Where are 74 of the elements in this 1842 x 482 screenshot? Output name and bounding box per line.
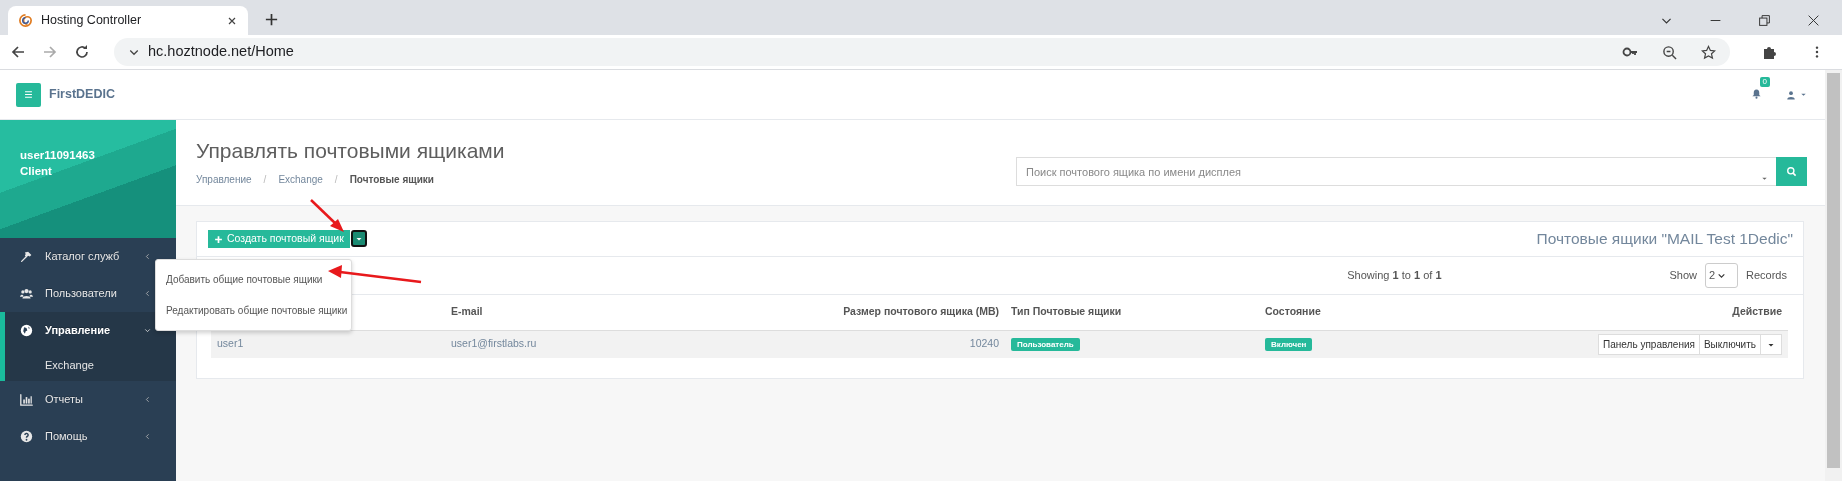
column-header: Тип Почтовые ящики — [1011, 305, 1122, 318]
help-icon — [20, 430, 33, 443]
sidebar-item[interactable]: Помощь — [20, 418, 152, 455]
breadcrumb-separator: / — [263, 173, 267, 188]
dropdown-toggle[interactable] — [350, 230, 367, 247]
page-title: Управлять почтовыми ящиками — [196, 138, 506, 164]
column-header: Размер почтового ящика (MB) — [843, 305, 999, 318]
globe-icon — [20, 324, 33, 337]
reload-button[interactable] — [74, 44, 90, 60]
showing-info: Showing 1 to 1 of 1 — [1347, 268, 1442, 284]
bell-icon — [1751, 87, 1762, 99]
table-cell: user1@firstlabs.ru — [451, 337, 537, 350]
sidebar-subitem[interactable]: Exchange — [45, 356, 94, 374]
sidebar-item[interactable]: Отчеты — [20, 381, 152, 418]
action-button[interactable]: Панель управления — [1598, 333, 1700, 355]
close-icon — [1807, 14, 1820, 27]
swirl-logo-icon — [18, 13, 33, 28]
close-window-button[interactable] — [1807, 14, 1820, 27]
show-label: Show — [1669, 268, 1698, 284]
restore-icon — [1758, 14, 1771, 27]
url-text: hc.hoztnode.net/Home — [148, 42, 295, 62]
table-cell: user1 — [217, 337, 244, 350]
panel-title: Почтовые ящики "MAIL Test 1Dedic" — [1536, 229, 1793, 250]
forward-arrow-icon — [42, 44, 58, 60]
zoom-icon — [1662, 44, 1677, 60]
back-button[interactable] — [10, 44, 26, 60]
table-cell: 10240 — [969, 337, 999, 350]
address-bar[interactable]: hc.hoztnode.net/Home — [114, 38, 1730, 66]
breadcrumb-link[interactable]: Управление — [196, 172, 252, 188]
bar-chart-icon — [20, 393, 33, 406]
plus-icon — [214, 234, 223, 244]
new-tab-button[interactable] — [264, 12, 279, 27]
column-header: Состояние — [1265, 305, 1321, 318]
page-size-select[interactable]: 2 — [1705, 263, 1739, 288]
user-menu-button[interactable] — [1786, 89, 1807, 100]
scrollbar[interactable] — [1825, 70, 1842, 481]
caret-icon — [1800, 91, 1807, 98]
type-badge: Пользователь — [1011, 338, 1080, 352]
column-header: E-mail — [451, 305, 483, 318]
brand-name: FirstDEDIC — [49, 86, 115, 104]
tab-title: Hosting Controller — [41, 12, 143, 30]
column-header: Действие — [1732, 305, 1782, 318]
browser-tab[interactable]: Hosting Controller — [8, 6, 248, 35]
star-icon — [1701, 44, 1716, 60]
notifications-button[interactable] — [1751, 87, 1762, 99]
breadcrumb-link[interactable]: Exchange — [278, 172, 323, 188]
extensions-button[interactable] — [1762, 44, 1778, 60]
plus-icon — [264, 12, 279, 27]
back-arrow-icon — [10, 44, 26, 60]
status-badge: Включен — [1265, 338, 1313, 352]
user-role: Client — [20, 164, 53, 179]
puzzle-icon — [1762, 44, 1778, 60]
sidebar-item[interactable]: Каталог служб — [20, 238, 152, 275]
menu-item[interactable]: Добавить общие почтовые ящики — [156, 264, 351, 295]
reload-icon — [74, 44, 90, 60]
records-label: Records — [1746, 268, 1787, 284]
menu-item[interactable]: Редактировать общие почтовые ящики — [156, 295, 351, 326]
notification-count: 0 — [1759, 76, 1770, 87]
action-button[interactable]: Выключить — [1698, 333, 1761, 355]
users-icon — [20, 287, 33, 300]
caret-icon — [1761, 175, 1768, 183]
user-icon — [1786, 89, 1796, 100]
menu-icon — [23, 89, 34, 100]
restore-button[interactable] — [1758, 14, 1771, 27]
user-name: user11091463 — [20, 148, 96, 163]
breadcrumb-separator: / — [334, 173, 338, 188]
search-field[interactable]: Поиск почтового ящика по имени дисплея — [1016, 157, 1776, 186]
hammer-icon — [20, 250, 33, 263]
search-icon — [1786, 166, 1797, 177]
menu-toggle-button[interactable] — [16, 82, 41, 107]
sidebar-item[interactable]: Пользователи — [20, 275, 152, 312]
annotation-arrow — [310, 199, 344, 232]
scrollbar-thumb[interactable] — [1827, 73, 1840, 468]
chevron-down-icon — [1717, 271, 1727, 280]
